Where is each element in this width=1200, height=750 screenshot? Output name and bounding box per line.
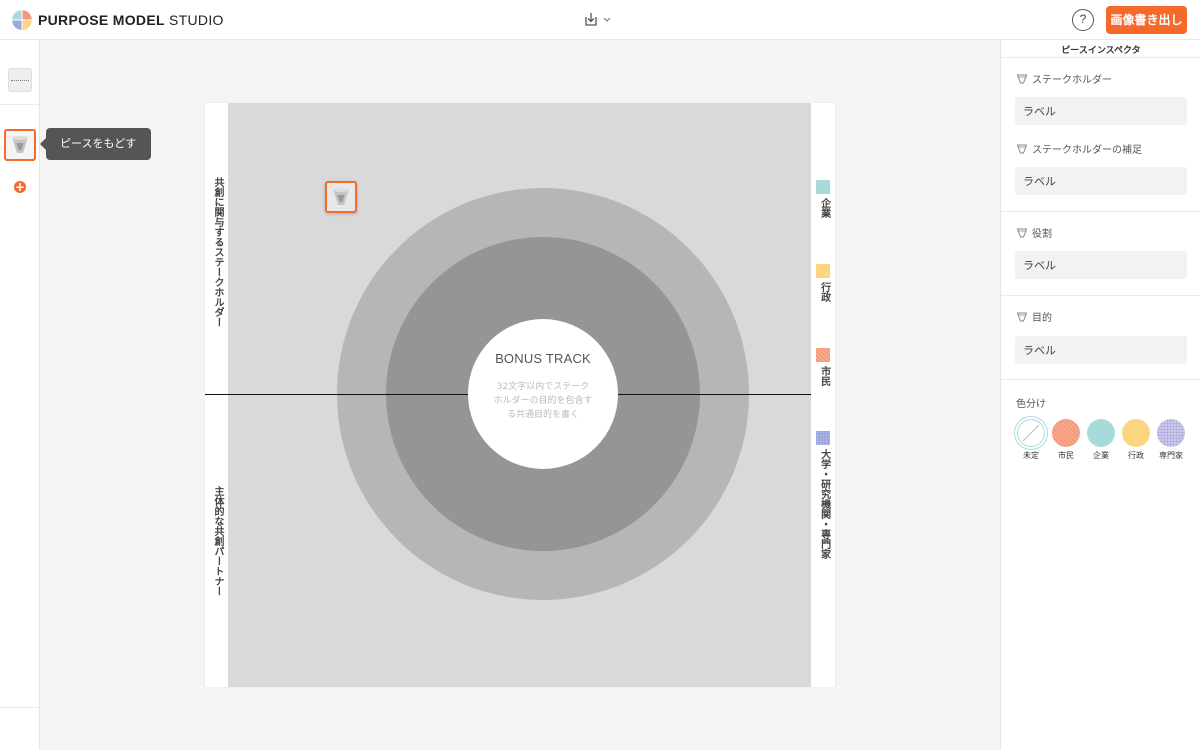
stakeholder-input[interactable] [1015, 97, 1187, 125]
cup-piece-icon [1016, 312, 1028, 321]
legend-label: 市民 [818, 366, 830, 386]
toolbar-divider [0, 707, 40, 708]
inspector-divider [1001, 211, 1200, 212]
brand-name: PURPOSE MODEL STUDIO [38, 12, 224, 28]
canvas-thumbnail-tool[interactable] [8, 68, 32, 92]
legend-item-company: 企業 [816, 180, 830, 222]
field-label-text: 目的 [1032, 313, 1052, 324]
purpose-input[interactable] [1015, 336, 1187, 364]
color-swatch-citizen [1052, 419, 1080, 447]
download-menu-button[interactable] [584, 11, 612, 27]
color-coding-label: 色分け [1016, 399, 1046, 410]
field-label-text: 役割 [1032, 229, 1052, 240]
project-title[interactable]: BONUS TRACK [468, 351, 618, 366]
toolbar-divider [0, 104, 40, 105]
model-area[interactable]: BONUS TRACK 32文字以内でステークホルダーの目的を包含する共通目的を… [205, 103, 811, 687]
legend-label: 企業 [818, 198, 830, 218]
label-co-creation-partners: 主体的な共創パートナー [212, 486, 223, 596]
cup-piece-icon [1016, 144, 1028, 153]
purpose-model-logo [12, 10, 32, 30]
inspector-divider [1001, 379, 1200, 380]
legend-swatch [816, 431, 830, 445]
color-swatch-undecided [1017, 419, 1045, 447]
brand-name-light: STUDIO [169, 12, 224, 28]
export-image-button[interactable]: 画像書き出し [1106, 6, 1187, 34]
color-swatch-company [1087, 419, 1115, 447]
color-swatch-expert [1157, 419, 1185, 447]
brand-name-bold: PURPOSE MODEL [38, 12, 165, 28]
stakeholder-piece-slot[interactable] [4, 129, 36, 161]
slash-icon [1022, 424, 1040, 442]
legend-swatch [816, 348, 830, 362]
stakeholder-note-input[interactable] [1015, 167, 1187, 195]
legend-item-academia-experts: 大学・研究機関・専門家 [816, 431, 830, 563]
inspector-title: ピースインスペクタ [1061, 46, 1141, 56]
legend-item-government: 行政 [816, 264, 830, 306]
color-swatch-government [1122, 419, 1150, 447]
legend-label: 行政 [818, 282, 830, 302]
role-input[interactable] [1015, 251, 1187, 279]
field-label-text: ステークホルダー [1032, 75, 1112, 86]
color-option-label: 専門家 [1159, 451, 1183, 460]
color-option-expert[interactable]: 専門家 [1156, 419, 1186, 461]
purpose-model-canvas[interactable]: 共創に関与するステークホルダー 主体的な共創パートナー BONUS TRACK … [205, 103, 835, 687]
legend-item-citizen: 市民 [816, 348, 830, 390]
color-option-label: 企業 [1093, 451, 1109, 460]
color-option-label: 市民 [1058, 451, 1074, 460]
color-option-label: 未定 [1023, 451, 1039, 460]
legend-swatch [816, 264, 830, 278]
stakeholder-field-label: ステークホルダー [1016, 71, 1112, 86]
color-option-government[interactable]: 行政 [1121, 419, 1151, 461]
placed-stakeholder-piece[interactable] [325, 181, 357, 213]
chevron-down-icon [603, 17, 611, 22]
help-icon[interactable]: ? [1072, 9, 1094, 31]
brand: PURPOSE MODEL STUDIO [12, 10, 224, 30]
common-purpose-core[interactable]: BONUS TRACK 32文字以内でステークホルダーの目的を包含する共通目的を… [468, 319, 618, 469]
stakeholder-note-field-label: ステークホルダーの補足 [1016, 141, 1142, 156]
download-icon [585, 13, 597, 26]
field-label-text: ステークホルダーの補足 [1032, 145, 1142, 156]
piece-inspector-panel: ピースインスペクタ ステークホルダー ステークホルダーの補足 役割 目的 色分け… [1000, 40, 1200, 750]
return-piece-tooltip: ピースをもどす [40, 128, 151, 160]
color-option-undecided[interactable]: 未定 [1016, 419, 1046, 461]
color-option-label: 行政 [1128, 451, 1144, 460]
cup-piece-icon [12, 136, 28, 153]
inspector-divider [1001, 57, 1200, 58]
add-piece-button[interactable]: + [14, 181, 26, 193]
role-field-label: 役割 [1016, 225, 1052, 240]
app-header: PURPOSE MODEL STUDIO ? 画像書き出し [0, 0, 1200, 40]
purpose-field-label: 目的 [1016, 309, 1052, 324]
cup-piece-icon [1016, 228, 1028, 237]
color-option-citizen[interactable]: 市民 [1051, 419, 1081, 461]
color-option-company[interactable]: 企業 [1086, 419, 1116, 461]
legend-swatch [816, 180, 830, 194]
legend-label: 大学・研究機関・専門家 [818, 449, 830, 559]
inspector-divider [1001, 295, 1200, 296]
label-involved-stakeholders: 共創に関与するステークホルダー [212, 177, 223, 327]
cup-piece-icon [333, 188, 349, 205]
cup-piece-icon [1016, 74, 1028, 83]
left-toolbar: + [0, 40, 40, 750]
common-purpose-placeholder[interactable]: 32文字以内でステークホルダーの目的を包含する共通目的を書く [493, 380, 593, 422]
